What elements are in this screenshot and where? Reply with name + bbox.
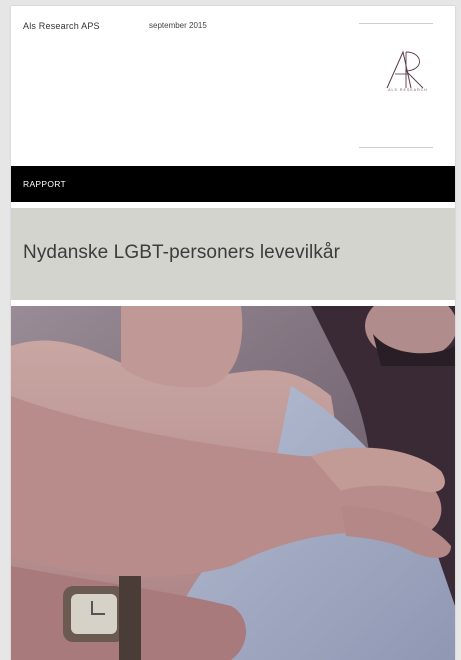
company-name: Als Research APS [23,21,100,31]
cover-header: Als Research APS september 2015 ALS RESE… [11,6,455,166]
title-block: Nydanske LGBT-personers levevilkår [11,208,455,300]
header-rule-top [359,23,433,24]
header-rule-bottom [359,147,433,148]
publication-date: september 2015 [149,21,207,30]
report-title: Nydanske LGBT-personers levevilkår [23,242,341,263]
report-type-band: RAPPORT [11,166,455,202]
logo-subtitle: ALS RESEARCH [388,88,428,92]
report-type-label: RAPPORT [23,179,67,189]
report-cover: Als Research APS september 2015 ALS RESE… [11,6,455,660]
embrace-illustration [11,306,455,660]
cover-photo [11,306,455,660]
